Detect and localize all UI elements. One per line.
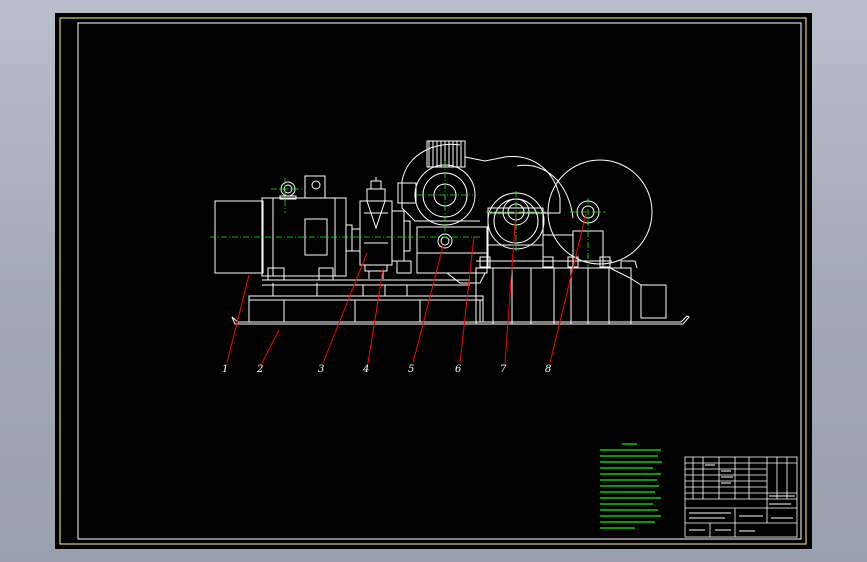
electric-motor: [214, 175, 353, 281]
inner-frame: [77, 22, 802, 540]
drum-pedestals: [475, 256, 667, 325]
part-label: 2: [256, 364, 263, 375]
title-block: [684, 456, 798, 538]
part-label: 3: [318, 364, 324, 375]
part-label: 4: [362, 364, 369, 375]
drawing-sheet: 1 2 3 4 5 6 7 8: [55, 13, 812, 549]
winch-assembly-drawing: 1 2 3 4 5 6 7 8: [59, 17, 807, 545]
part-label: 5: [408, 364, 414, 375]
part-label: 6: [455, 364, 462, 375]
part-labels: 1 2 3 4 5 6 7 8: [222, 364, 551, 375]
part-label: 7: [500, 364, 507, 375]
part-label: 8: [545, 364, 551, 375]
base-frame: [231, 279, 690, 325]
outer-frame: [59, 17, 807, 545]
part-label: 1: [222, 364, 228, 375]
technical-notes: [600, 443, 662, 529]
